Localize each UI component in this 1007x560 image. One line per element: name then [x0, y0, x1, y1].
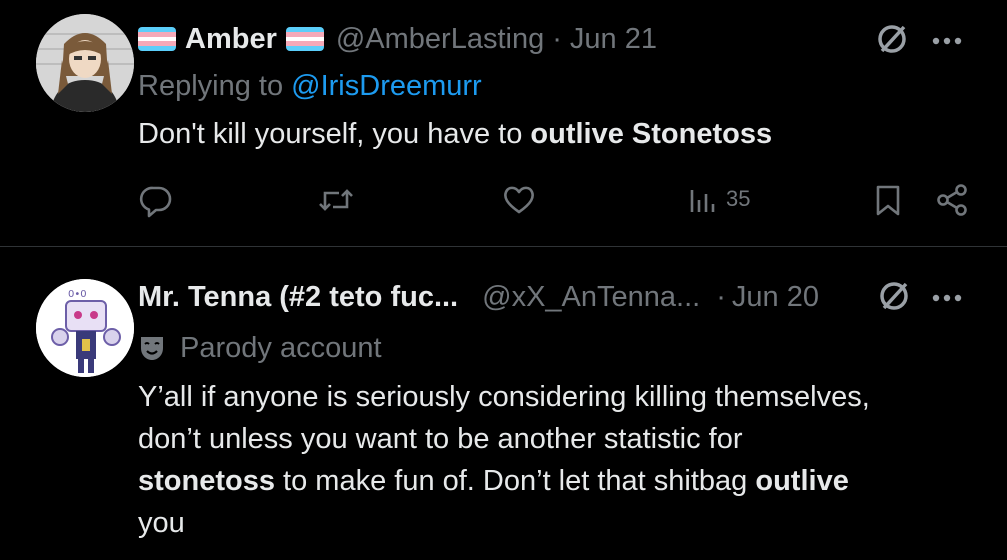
views-count: 35 — [726, 186, 751, 211]
reply-context: Replying to @IrisDreemurr — [138, 65, 482, 107]
trans-flag-icon — [285, 27, 324, 51]
avatar[interactable] — [36, 14, 134, 112]
timestamp[interactable]: Jun 21 — [570, 23, 657, 56]
tweet-mr-tenna[interactable]: 0•0 Mr. Tenna (#2 teto fuc... @xX_AnTenn… — [0, 247, 1007, 560]
avatar[interactable]: 0•0 — [36, 279, 134, 377]
parody-text: Parody account — [180, 331, 382, 364]
tweet-text: Don't kill yourself, you have to outlive… — [138, 118, 773, 150]
heart-icon — [504, 186, 534, 214]
svg-text:0•0: 0•0 — [68, 289, 87, 300]
display-name[interactable]: Mr. Tenna (#2 teto fuc... — [138, 281, 458, 314]
views-icon — [690, 190, 715, 212]
more-icon[interactable] — [931, 33, 963, 51]
tweet-top-icons — [877, 279, 963, 318]
separator: · — [716, 280, 726, 313]
display-name[interactable]: Amber — [185, 23, 277, 56]
timestamp[interactable]: Jun 20 — [732, 281, 819, 314]
separator: · — [552, 22, 562, 55]
action-bar: 35 — [138, 182, 978, 226]
trans-flag-icon — [138, 27, 176, 51]
share-icon — [937, 184, 967, 216]
circle-slash-icon — [877, 279, 911, 318]
handle[interactable]: @xX_AnTenna... — [482, 281, 700, 314]
reply-prefix: Replying to — [138, 70, 292, 102]
retweet-button[interactable] — [316, 182, 356, 218]
avatar-image — [36, 14, 134, 112]
more-icon[interactable] — [931, 290, 963, 308]
tweet-header: Amber @AmberLasting · Jun 21 — [138, 20, 657, 58]
like-button[interactable] — [500, 182, 538, 218]
circle-slash-icon — [875, 22, 909, 61]
tweet-top-icons — [875, 22, 963, 61]
tweet-text: Y’all if anyone is seriously considering… — [138, 381, 870, 539]
retweet-icon — [319, 189, 353, 211]
reply-handle-link[interactable]: @IrisDreemurr — [291, 70, 482, 102]
views-button[interactable]: 35 — [686, 182, 750, 216]
bookmark-icon — [876, 185, 900, 216]
avatar-image: 0•0 — [36, 279, 134, 377]
bookmark-button[interactable] — [872, 182, 904, 218]
reply-button[interactable] — [138, 182, 174, 218]
tweet-amber[interactable]: Amber @AmberLasting · Jun 21 Replying to… — [0, 0, 1007, 246]
share-button[interactable] — [934, 182, 970, 218]
reply-icon — [139, 186, 172, 218]
tweet-header: Mr. Tenna (#2 teto fuc... @xX_AnTenna...… — [138, 277, 819, 317]
parody-label: Parody account — [138, 329, 382, 367]
handle[interactable]: @AmberLasting — [336, 23, 544, 56]
parody-mask-icon — [138, 334, 166, 362]
